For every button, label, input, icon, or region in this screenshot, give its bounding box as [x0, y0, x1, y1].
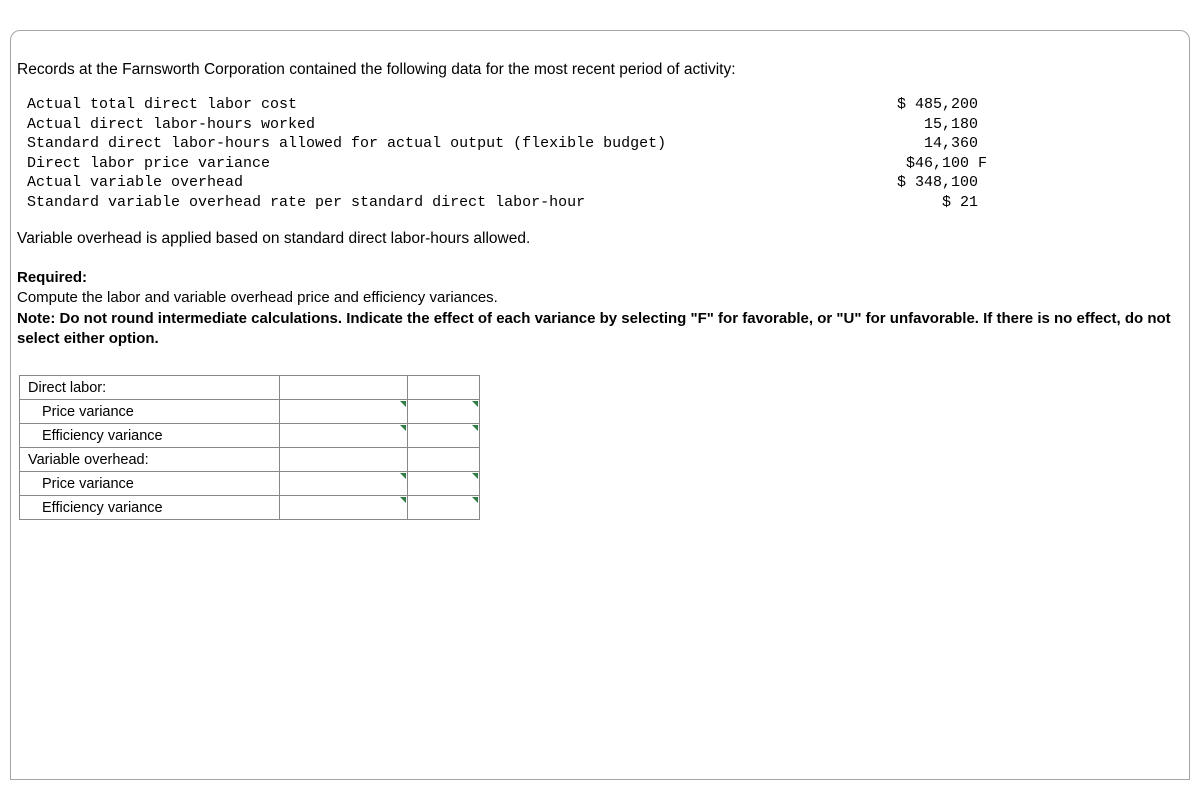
table-row: Direct labor:	[20, 376, 480, 400]
dropdown-indicator-icon	[400, 473, 406, 479]
data-row: Actual variable overhead $ 348,100	[27, 173, 987, 193]
dl-eff-fu-select[interactable]	[408, 424, 480, 448]
data-row: Actual direct labor-hours worked 15,180	[27, 115, 987, 135]
table-row: Price variance	[20, 472, 480, 496]
data-value: $ 348,100	[867, 173, 987, 193]
data-value: $46,100 F	[867, 154, 987, 174]
intro-text: Records at the Farnsworth Corporation co…	[17, 61, 1183, 79]
required-block: Required: Compute the labor and variable…	[17, 268, 1183, 349]
section-header-variable-oh: Variable overhead:	[20, 448, 280, 472]
required-note: Note: Do not round intermediate calculat…	[17, 309, 1183, 350]
dl-price-fu-select[interactable]	[408, 400, 480, 424]
data-label: Actual direct labor-hours worked	[27, 115, 315, 135]
section-header-direct-labor: Direct labor:	[20, 376, 280, 400]
table-row: Efficiency variance	[20, 496, 480, 520]
empty-cell	[280, 448, 408, 472]
table-row: Variable overhead:	[20, 448, 480, 472]
dropdown-indicator-icon	[400, 497, 406, 503]
data-block: Actual total direct labor cost $ 485,200…	[27, 95, 1183, 212]
data-label: Actual total direct labor cost	[27, 95, 297, 115]
required-line1: Compute the labor and variable overhead …	[17, 288, 1183, 308]
row-label-dl-price: Price variance	[20, 400, 280, 424]
data-label: Standard direct labor-hours allowed for …	[27, 134, 666, 154]
vo-price-amount-input[interactable]	[280, 472, 408, 496]
dropdown-indicator-icon	[472, 425, 478, 431]
vo-eff-amount-input[interactable]	[280, 496, 408, 520]
empty-cell	[280, 376, 408, 400]
problem-frame: Records at the Farnsworth Corporation co…	[10, 30, 1190, 780]
data-row: Direct labor price variance $46,100 F	[27, 154, 987, 174]
row-label-vo-price: Price variance	[20, 472, 280, 496]
empty-cell	[408, 376, 480, 400]
row-label-dl-eff: Efficiency variance	[20, 424, 280, 448]
required-title: Required:	[17, 268, 1183, 288]
data-value: $ 21	[867, 193, 987, 213]
dl-eff-amount-input[interactable]	[280, 424, 408, 448]
dl-price-amount-input[interactable]	[280, 400, 408, 424]
data-row: Standard variable overhead rate per stan…	[27, 193, 987, 213]
row-label-vo-eff: Efficiency variance	[20, 496, 280, 520]
data-row: Actual total direct labor cost $ 485,200	[27, 95, 987, 115]
answer-table: Direct labor: Price variance Efficiency …	[19, 375, 480, 520]
dropdown-indicator-icon	[400, 425, 406, 431]
data-row: Standard direct labor-hours allowed for …	[27, 134, 987, 154]
table-row: Efficiency variance	[20, 424, 480, 448]
data-value: 15,180	[867, 115, 987, 135]
data-label: Actual variable overhead	[27, 173, 243, 193]
vo-price-fu-select[interactable]	[408, 472, 480, 496]
table-row: Price variance	[20, 400, 480, 424]
vo-eff-fu-select[interactable]	[408, 496, 480, 520]
data-value: 14,360	[867, 134, 987, 154]
empty-cell	[408, 448, 480, 472]
dropdown-indicator-icon	[472, 401, 478, 407]
dropdown-indicator-icon	[472, 473, 478, 479]
applied-note: Variable overhead is applied based on st…	[17, 230, 1183, 248]
data-label: Direct labor price variance	[27, 154, 270, 174]
data-value: $ 485,200	[867, 95, 987, 115]
dropdown-indicator-icon	[400, 401, 406, 407]
dropdown-indicator-icon	[472, 497, 478, 503]
data-label: Standard variable overhead rate per stan…	[27, 193, 585, 213]
